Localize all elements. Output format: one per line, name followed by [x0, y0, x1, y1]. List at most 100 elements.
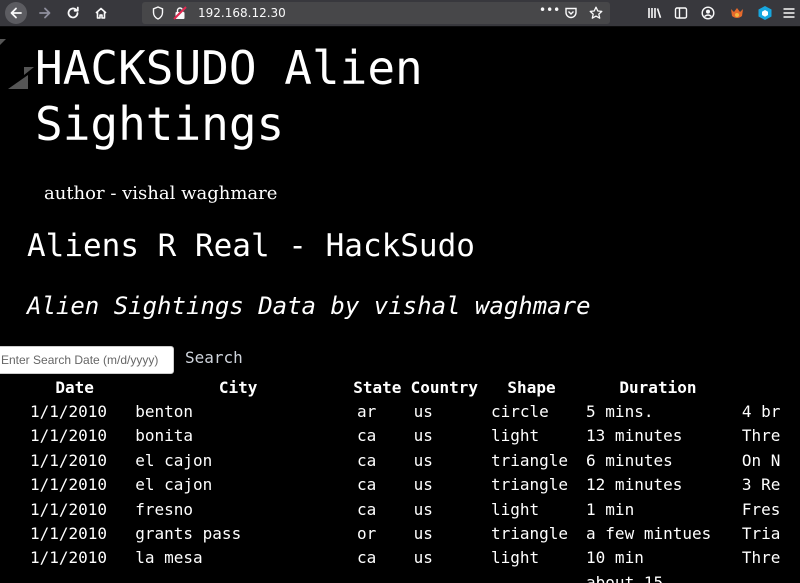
- cell-summary: Thre: [741, 426, 781, 446]
- home-button[interactable]: [91, 3, 111, 23]
- cell-state: or: [357, 524, 377, 544]
- date-search-input[interactable]: [0, 346, 174, 374]
- browser-toolbar: 192.168.12.30 •••: [0, 0, 800, 27]
- table-row: about 15: [20, 570, 800, 583]
- cell-city: el cajon: [135, 450, 213, 470]
- cell-country: [404, 570, 481, 583]
- shield-icon[interactable]: [150, 5, 166, 21]
- table-row: 1/1/2010 el cajon ca us triangle 6 minutes On …: [20, 448, 800, 472]
- cell-country: us: [413, 426, 433, 446]
- extension-fox-button[interactable]: [727, 3, 747, 23]
- cell-shape: light: [491, 499, 540, 519]
- decor-corner-top: [0, 39, 6, 45]
- arrow-right-icon: [39, 7, 51, 19]
- pocket-icon[interactable]: [563, 5, 579, 21]
- cell-duration: 5 mins.: [586, 402, 654, 422]
- decor-corner-right: [24, 67, 34, 75]
- cell-shape: light: [491, 426, 540, 446]
- library-button[interactable]: [645, 3, 665, 23]
- cell-state: ca: [357, 548, 377, 568]
- cell-summary: Thre: [741, 548, 781, 568]
- cell-city: benton: [135, 402, 194, 422]
- cell-summary: [734, 570, 800, 583]
- insecure-lock-icon[interactable]: [172, 5, 188, 21]
- cell-country: us: [413, 475, 433, 495]
- cell-date: 1/1/2010: [30, 475, 108, 495]
- cell-date: 1/1/2010: [30, 426, 108, 446]
- subheading: Alien Sightings Data by vishal waghmare: [27, 292, 591, 320]
- cell-date: 1/1/2010: [30, 524, 108, 544]
- cell-state: [347, 570, 404, 583]
- library-icon: [648, 8, 662, 19]
- cell-state: ca: [357, 499, 377, 519]
- header-state: State: [353, 377, 402, 397]
- back-button[interactable]: [5, 2, 27, 24]
- hamburger-menu-icon: [783, 8, 795, 18]
- cell-summary: On N: [741, 450, 781, 470]
- author-line: author - vishal waghmare: [44, 183, 278, 204]
- table-row: 1/1/2010 fresno ca us light 1 min Fres: [20, 497, 800, 521]
- arrow-left-icon: [10, 7, 22, 19]
- cell-duration: a few mintues: [586, 524, 712, 544]
- account-button[interactable]: [698, 3, 718, 23]
- cell-country: us: [413, 402, 433, 422]
- cell-city: la mesa: [135, 548, 203, 568]
- header-date: Date: [55, 377, 94, 397]
- cell-city: bonita: [135, 426, 194, 446]
- bookmark-star-icon[interactable]: [588, 5, 604, 21]
- home-icon: [95, 7, 107, 19]
- menu-button[interactable]: [779, 3, 799, 23]
- header-country: Country: [410, 377, 478, 397]
- cell-city: el cajon: [135, 475, 213, 495]
- reload-button[interactable]: [63, 3, 83, 23]
- header-city: City: [218, 377, 258, 397]
- reload-icon: [67, 6, 79, 19]
- sidebar-button[interactable]: [671, 3, 691, 23]
- sidebar-icon: [674, 7, 688, 19]
- cell-country: us: [413, 524, 433, 544]
- page-title: HACKSUDO Alien Sightings: [35, 41, 423, 151]
- cell-shape: circle: [491, 402, 549, 422]
- cell-country: us: [413, 450, 433, 470]
- cell-state: ca: [357, 475, 377, 495]
- fox-extension-icon: [731, 8, 743, 18]
- cell-shape: triangle: [491, 524, 569, 544]
- cell-shape: light: [491, 548, 540, 568]
- cell-shape: [481, 570, 578, 583]
- table-row: 1/1/2010 bonita ca us light 13 minutes Thre: [20, 424, 800, 448]
- url-text[interactable]: 192.168.12.30: [198, 6, 286, 20]
- page-actions-button[interactable]: •••: [539, 3, 560, 17]
- cell-duration: 12 minutes: [586, 475, 683, 495]
- cell-shape: triangle: [491, 475, 569, 495]
- table-row: 1/1/2010 la mesa ca us light 10 min Thre: [20, 546, 800, 570]
- cell-date: 1/1/2010: [30, 548, 108, 568]
- cell-summary: Fres: [741, 499, 781, 519]
- cell-date: 1/1/2010: [30, 499, 108, 519]
- header-summary: [734, 375, 800, 399]
- cell-duration: 10 min: [586, 548, 644, 568]
- cell-state: ar: [357, 402, 377, 422]
- cell-duration: 13 minutes: [586, 426, 683, 446]
- sightings-table: Date City State Country Shape Duration 1…: [20, 375, 800, 583]
- account-icon: [701, 6, 715, 20]
- cell-date: [20, 570, 125, 583]
- cell-date: 1/1/2010: [30, 450, 108, 470]
- decor-corner-left: [8, 75, 28, 89]
- cell-duration: 1 min: [586, 499, 635, 519]
- extension-cube-button[interactable]: [755, 3, 775, 23]
- table-row: 1/1/2010 benton ar us circle 5 mins. 4 br: [20, 399, 800, 423]
- header-shape: Shape: [507, 377, 556, 397]
- table-body: 1/1/2010 benton ar us circle 5 mins. 4 br 1/1/2…: [20, 399, 800, 583]
- cube-extension-icon: [758, 6, 772, 20]
- cell-city: fresno: [135, 499, 194, 519]
- search-button[interactable]: Search: [185, 348, 243, 367]
- url-bar[interactable]: 192.168.12.30 •••: [142, 2, 610, 24]
- cell-country: us: [413, 548, 433, 568]
- cell-city: [125, 570, 347, 583]
- cell-state: ca: [357, 426, 377, 446]
- cell-duration: about 15: [586, 572, 664, 583]
- cell-date: 1/1/2010: [30, 402, 108, 422]
- header-duration: Duration: [619, 377, 697, 397]
- forward-button[interactable]: [35, 3, 55, 23]
- cell-shape: triangle: [491, 450, 569, 470]
